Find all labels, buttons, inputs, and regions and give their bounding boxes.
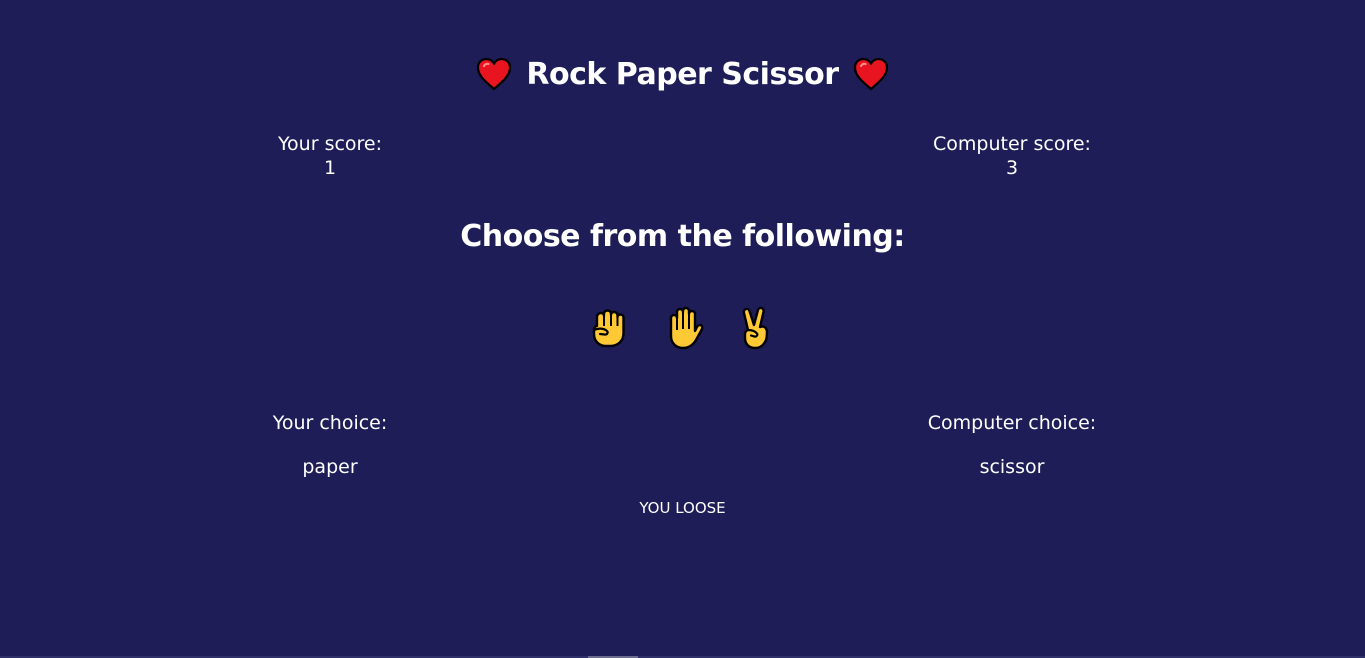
- scissor-button[interactable]: [736, 306, 778, 350]
- paper-button[interactable]: [662, 306, 704, 350]
- heart-icon: [853, 57, 888, 91]
- raised-hand-icon: [669, 306, 703, 350]
- player-choice-value: paper: [302, 456, 358, 478]
- choice-buttons: [0, 306, 1365, 350]
- computer-choice: Computer choice: scissor: [912, 411, 1112, 479]
- player-score-value: 1: [323, 157, 337, 179]
- title-row: Rock Paper Scissor: [0, 52, 1365, 96]
- game-page: Rock Paper Scissor Your score: 1 Compute…: [0, 0, 1365, 658]
- player-choice-label: Your choice:: [272, 412, 388, 434]
- computer-choice-label: Computer choice:: [927, 412, 1097, 434]
- result-message: YOU LOOSE: [639, 499, 726, 517]
- computer-score-value: 3: [1005, 157, 1019, 179]
- victory-hand-icon: [742, 306, 768, 350]
- player-score-label: Your score:: [277, 133, 383, 155]
- raised-fist-icon: [592, 309, 625, 348]
- choose-heading: Choose from the following:: [460, 219, 905, 254]
- computer-choice-value: scissor: [979, 456, 1045, 478]
- computer-score: Computer score: 3: [912, 132, 1112, 180]
- rock-button[interactable]: [588, 306, 630, 350]
- player-score: Your score: 1: [230, 132, 430, 180]
- heart-icon: [477, 57, 512, 91]
- player-choice: Your choice: paper: [230, 411, 430, 479]
- computer-score-label: Computer score:: [933, 133, 1091, 155]
- page-title: Rock Paper Scissor: [526, 56, 839, 92]
